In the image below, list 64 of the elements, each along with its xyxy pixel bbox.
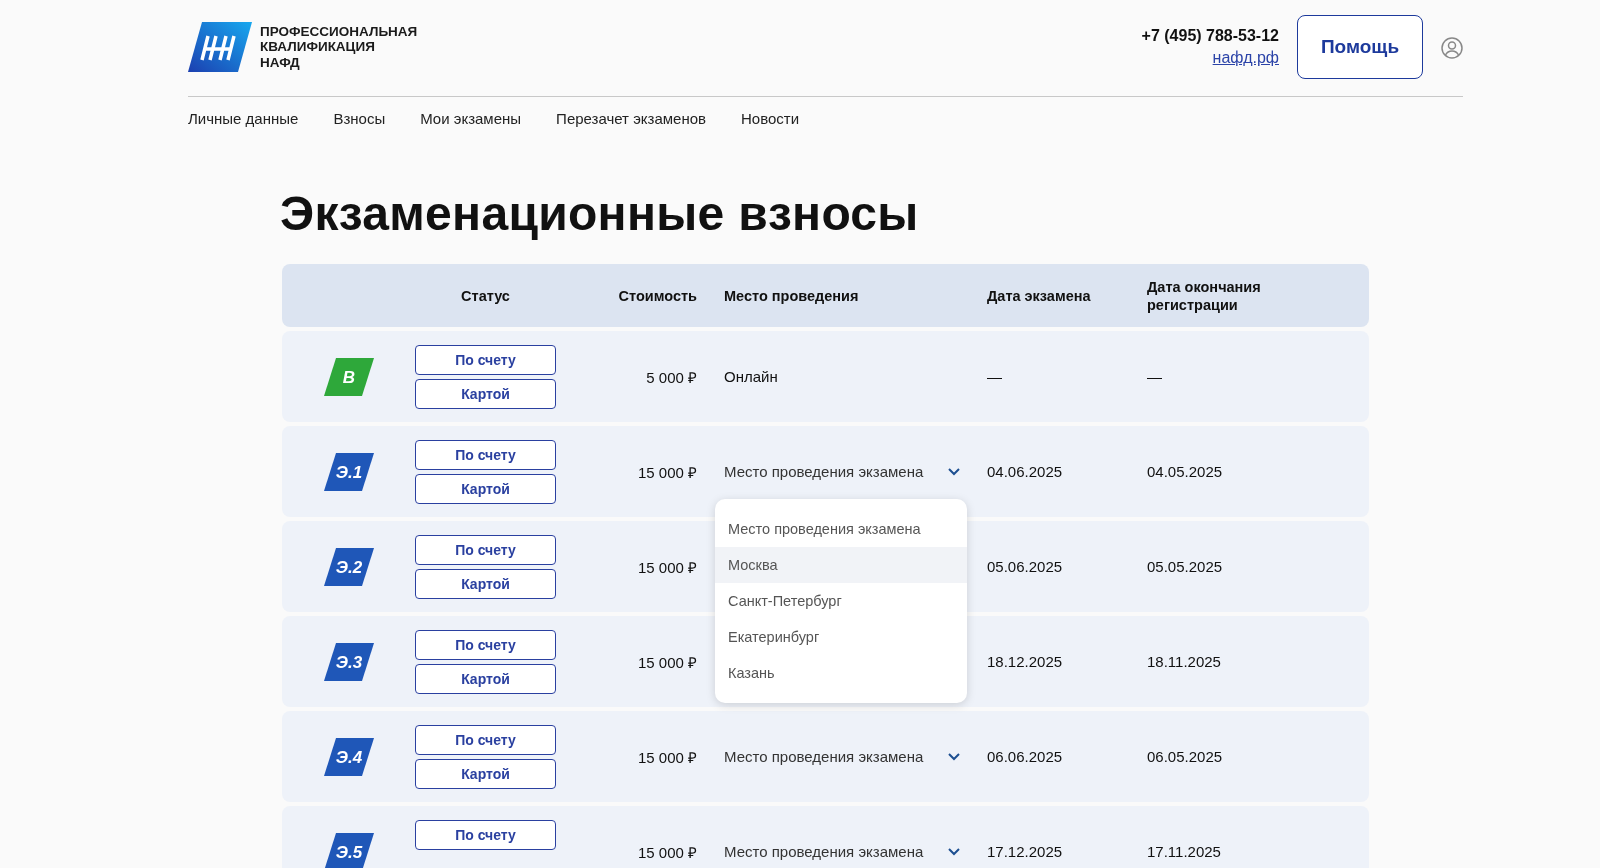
table-cell-text: 04.06.2025 xyxy=(987,463,1064,480)
logo-icon xyxy=(188,22,252,72)
chevron-icon xyxy=(948,847,960,856)
column-header: Дата окончания регистрации xyxy=(1147,277,1262,314)
chevron-icon xyxy=(948,752,960,761)
dropdown-option[interactable]: Москва xyxy=(715,546,967,583)
dropdown-option[interactable]: Казань xyxy=(715,654,967,691)
dropdown-option[interactable]: Место проведения экзамена xyxy=(715,510,967,547)
level-badge: Э.1 xyxy=(323,452,374,491)
level-badge: Э.3 xyxy=(323,642,374,681)
level-badge: Э.4 xyxy=(323,737,374,776)
pay-button[interactable]: По счету xyxy=(415,725,556,755)
dropdown-option[interactable]: Санкт-Петербург xyxy=(715,582,967,619)
level-badge: Э.5 xyxy=(323,832,374,868)
table-cell-text: 15 000 ₽ xyxy=(636,557,697,577)
table-cell-text: 18.11.2025 xyxy=(1147,653,1222,670)
pay-button[interactable]: По счету xyxy=(415,345,556,375)
table-cell-text: 05.06.2025 xyxy=(987,558,1064,575)
nav-link[interactable]: Перезачет экзаменов xyxy=(556,110,706,127)
dropdown-option[interactable]: Екатеринбург xyxy=(715,618,967,655)
nav-link[interactable]: Новости xyxy=(741,110,800,127)
help-button[interactable]: Помощь xyxy=(1297,15,1423,79)
nav-link[interactable]: Мои экзамены xyxy=(420,110,522,127)
level-badge: B xyxy=(323,357,374,396)
table-cell-text: 04.05.2025 xyxy=(1147,463,1224,480)
table-cell-text: 15 000 ₽ xyxy=(636,842,697,862)
column-header: Дата экзамена xyxy=(987,286,1092,305)
table-cell-text: 17.11.2025 xyxy=(1147,843,1222,860)
table-cell-text: 05.05.2025 xyxy=(1147,558,1224,575)
pay-button[interactable]: Картой xyxy=(415,664,556,694)
column-header: Стоимость xyxy=(617,286,697,305)
table-cell-text: — xyxy=(1147,368,1163,385)
table-cell-text: 15 000 ₽ xyxy=(636,462,697,482)
table-cell-text: 18.12.2025 xyxy=(987,653,1064,670)
table-cell-text: 15 000 ₽ xyxy=(636,652,697,672)
table-cell-text: 5 000 ₽ xyxy=(645,367,697,387)
table-cell-text: 06.06.2025 xyxy=(987,748,1064,765)
pay-button[interactable]: Картой xyxy=(415,379,556,409)
pay-button[interactable]: По счету xyxy=(415,535,556,565)
table-cell-text: 06.05.2025 xyxy=(1147,748,1224,765)
pay-button[interactable]: Картой xyxy=(415,569,556,599)
nav-link[interactable]: Личные данные xyxy=(188,110,299,127)
column-header: Статус xyxy=(460,286,511,305)
user-icon[interactable] xyxy=(1441,37,1463,59)
pay-button[interactable]: По счету xyxy=(415,820,556,850)
table-cell-text: — xyxy=(987,368,1003,385)
chevron-icon xyxy=(948,467,960,476)
column-header: Место проведения xyxy=(723,286,860,305)
logo-text: ПРОФЕССИОНАЛЬНАЯ КВАЛИФИКАЦИЯ НАФД xyxy=(260,23,418,71)
table-cell: Онлайн xyxy=(724,368,778,385)
place-select[interactable]: Место проведения экзамена xyxy=(724,748,960,765)
pay-button[interactable]: Картой xyxy=(415,759,556,789)
table-cell-text: 15 000 ₽ xyxy=(636,747,697,767)
pay-button[interactable]: Картой xyxy=(415,474,556,504)
page-title: Экзаменационные взносы xyxy=(280,186,920,241)
level-badge: Э.2 xyxy=(323,547,374,586)
table-cell-text: 17.12.2025 xyxy=(987,843,1064,860)
phone-number: +7 (495) 788-53-12 xyxy=(1141,27,1279,45)
site-link[interactable]: нафд.рф xyxy=(1212,49,1279,67)
place-select[interactable]: Место проведения экзамена xyxy=(724,843,960,860)
pay-button[interactable]: По счету xyxy=(415,630,556,660)
pay-button[interactable]: По счету xyxy=(415,440,556,470)
nav-link[interactable]: Взносы xyxy=(333,110,386,127)
place-select[interactable]: Место проведения экзамена xyxy=(724,463,960,480)
